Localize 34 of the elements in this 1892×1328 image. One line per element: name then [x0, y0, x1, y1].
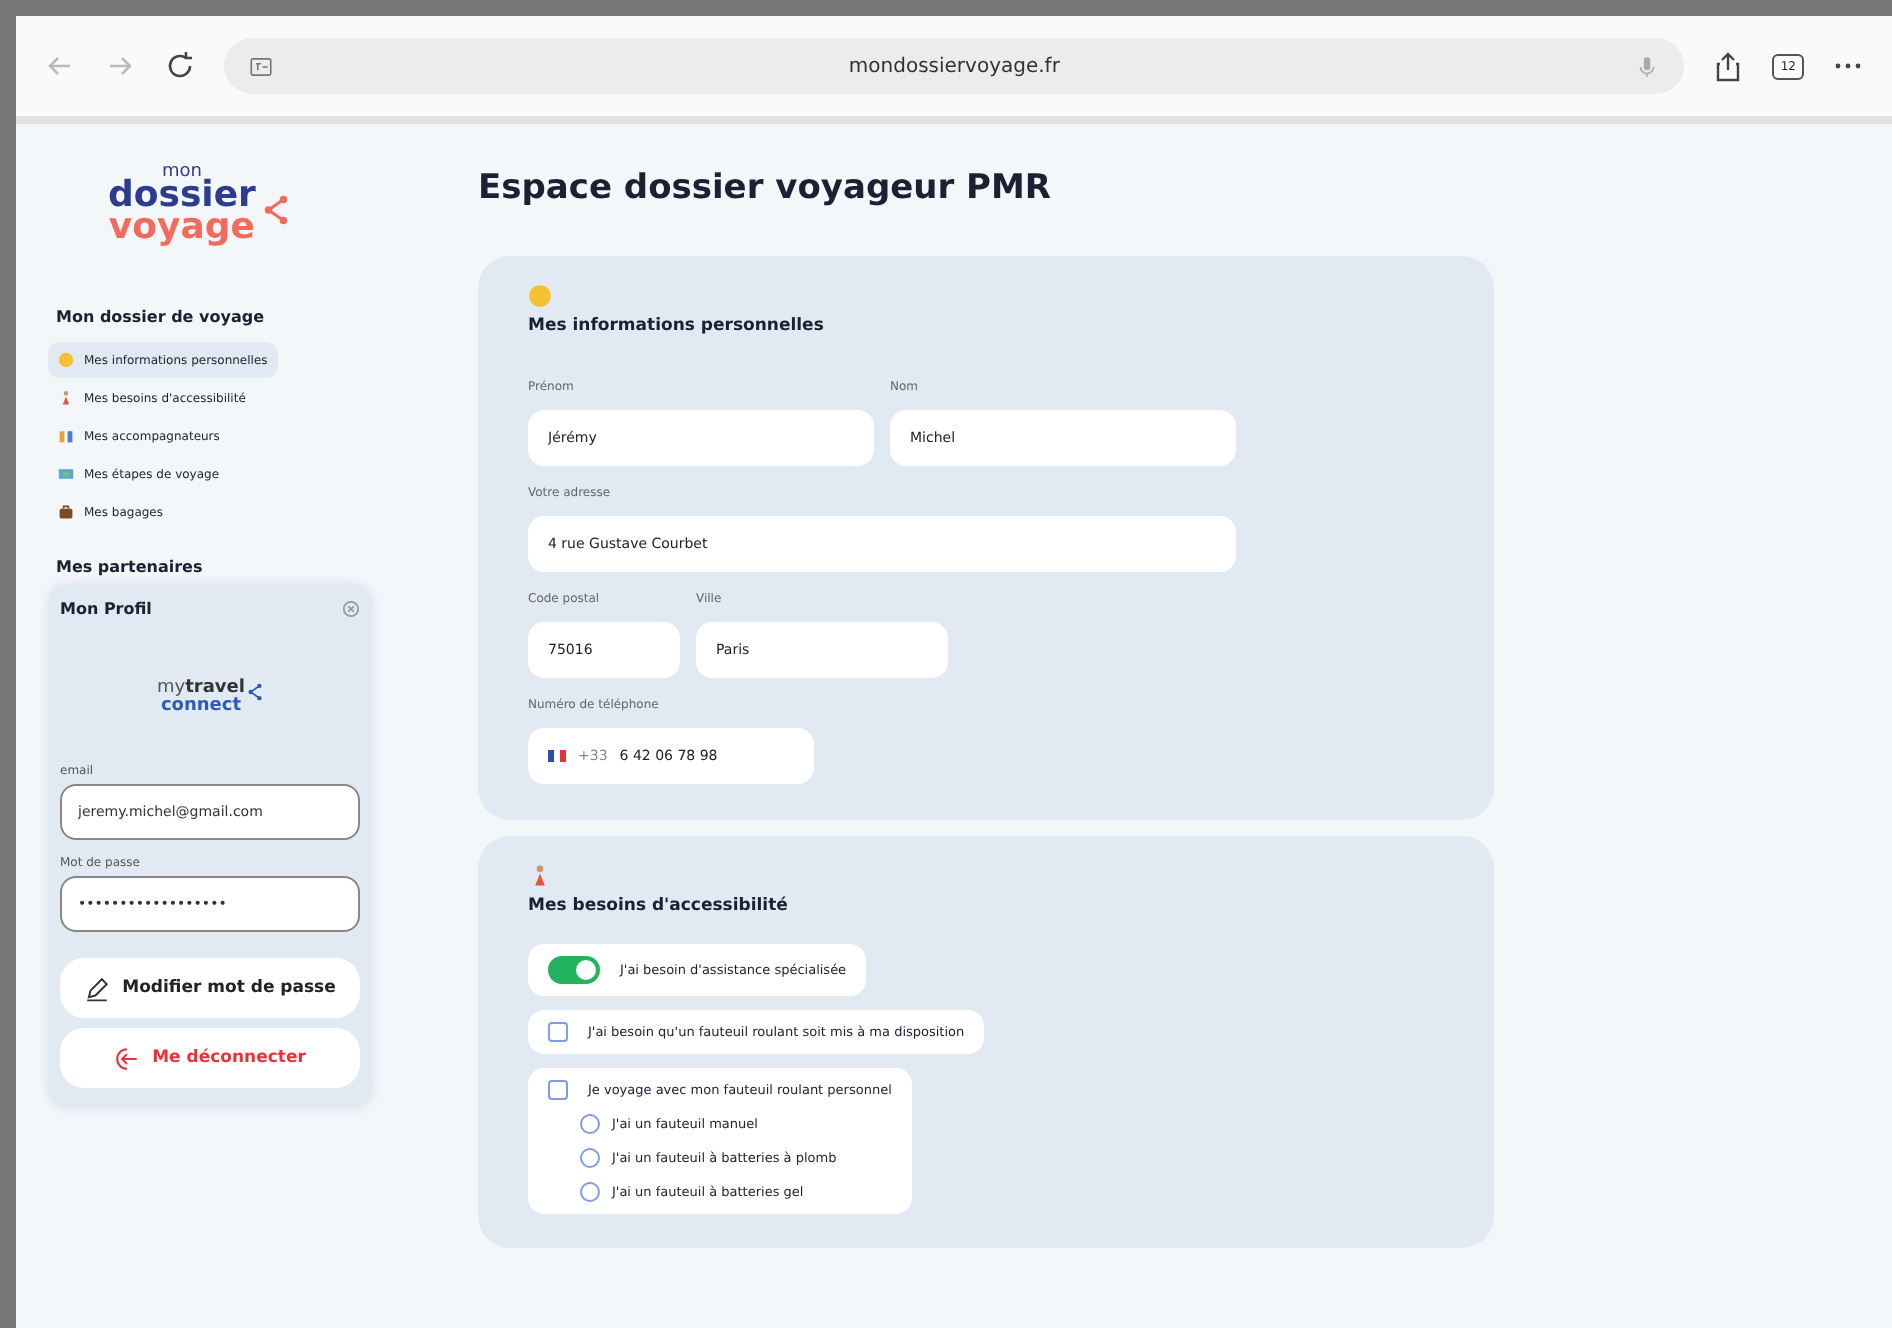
flag-icon — [548, 750, 566, 762]
checkbox[interactable] — [548, 1080, 568, 1100]
card-title: Mes informations personnelles — [528, 316, 826, 336]
card-title: Mes besoins d'accessibilité — [528, 896, 790, 916]
profile-title: Mon Profil — [60, 600, 152, 618]
radio-button[interactable] — [580, 1148, 600, 1168]
url-text: mondossiervoyage.fr — [846, 55, 1062, 77]
logo-text: dossier — [108, 179, 256, 213]
person-icon — [58, 390, 74, 406]
bag-icon — [58, 504, 74, 520]
map-icon — [58, 466, 74, 482]
reload-icon[interactable] — [164, 50, 196, 82]
partner-logo-text: travel — [185, 678, 245, 698]
logout-button[interactable]: Me déconnecter — [60, 1028, 360, 1088]
partner-logo-text: connect — [158, 698, 244, 716]
logo-text: voyage — [108, 212, 255, 245]
partner-logo-text: my — [157, 678, 186, 698]
address-bar[interactable]: mondossiervoyage.fr — [224, 38, 1685, 94]
toggle-switch[interactable] — [548, 956, 600, 984]
radio-button[interactable] — [580, 1182, 600, 1202]
pencil-icon — [84, 975, 111, 1001]
section-heading: Mes partenaires — [56, 558, 205, 576]
logo-text: mon — [161, 163, 202, 180]
change-password-button[interactable]: Modifier mot de passe — [60, 958, 360, 1018]
close-icon[interactable] — [342, 600, 360, 618]
checkbox[interactable] — [548, 1022, 568, 1042]
share-nodes-icon — [248, 681, 263, 701]
page-title: Espace dossier voyageur PMR — [478, 168, 1054, 208]
radio-button[interactable] — [580, 1114, 600, 1134]
share-icon[interactable] — [1712, 50, 1745, 82]
people-icon — [58, 428, 74, 444]
section-heading: Mon dossier de voyage — [56, 308, 266, 326]
logout-icon — [114, 1045, 141, 1071]
share-nodes-icon — [263, 194, 288, 226]
